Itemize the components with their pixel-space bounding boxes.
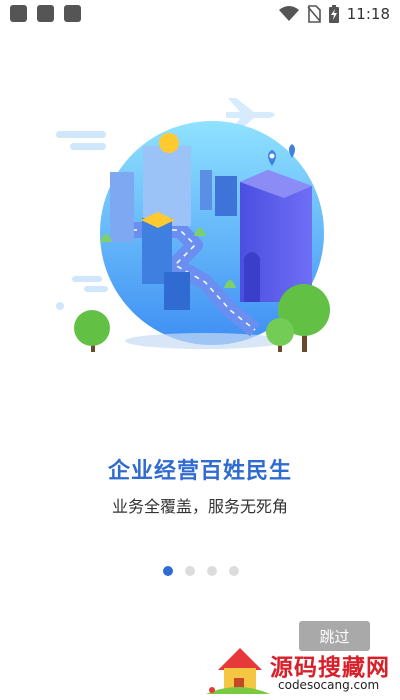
status-bar: 11:18 [0, 0, 400, 28]
onboarding-headline: 企业经营百姓民生 [107, 459, 292, 484]
notification-icon [64, 5, 81, 22]
no-sim-icon [307, 5, 321, 23]
page-dot[interactable] [185, 566, 195, 576]
onboarding-subtitle: 业务全覆盖，服务无死角 [111, 497, 288, 516]
status-time: 11:18 [346, 5, 390, 23]
page-dot[interactable] [229, 566, 239, 576]
wifi-icon [278, 6, 299, 21]
notification-icon [10, 5, 27, 22]
city-illustration [56, 98, 330, 352]
page-dot[interactable] [207, 566, 217, 576]
battery-charging-icon [328, 5, 339, 23]
page-indicator [163, 566, 239, 576]
watermark-title: 源码搜藏网 [270, 655, 390, 681]
notification-icon [37, 5, 54, 22]
watermark-url: codesocang.com [278, 678, 380, 692]
page-dot[interactable] [163, 566, 173, 576]
